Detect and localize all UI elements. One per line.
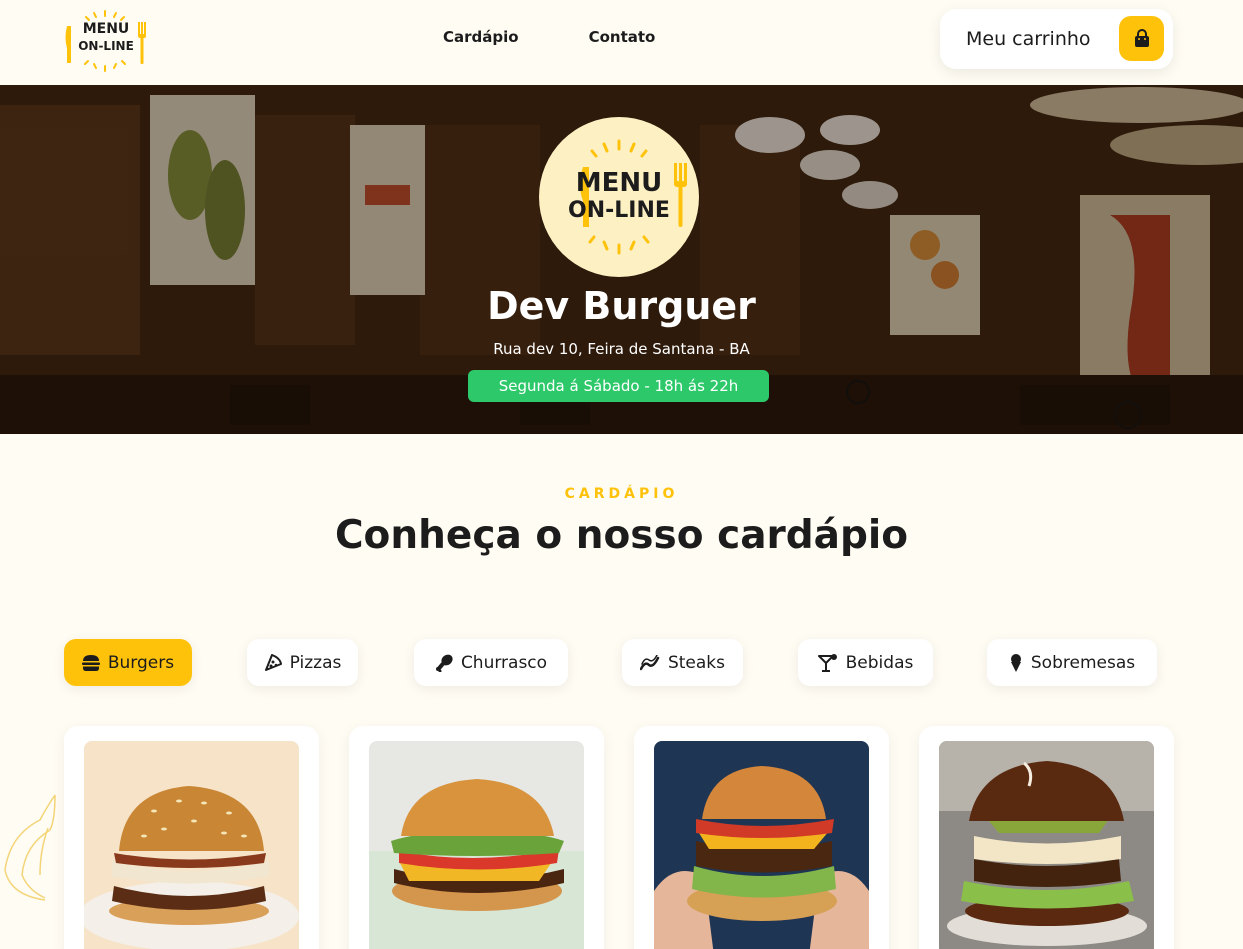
logo[interactable]: MENU ON-LINE: [62, 8, 148, 74]
double-burger-hand-image: [654, 741, 869, 949]
category-label: Steaks: [667, 652, 726, 673]
store-address: Rua dev 10, Feira de Santana - BA: [493, 340, 750, 358]
cocktail-icon: [817, 653, 837, 672]
product-card[interactable]: [349, 726, 604, 949]
category-tab-sobremesas[interactable]: Sobremesas: [987, 639, 1157, 686]
category-label: Churrasco: [460, 652, 548, 673]
category-tab-burgers[interactable]: Burgers: [64, 639, 192, 686]
nav-link-contato[interactable]: Contato: [589, 28, 656, 46]
cart-label: Meu carrinho: [966, 28, 1091, 50]
product-card[interactable]: [919, 726, 1174, 949]
burger-icon: [81, 654, 100, 671]
classic-cheeseburger-image: [369, 741, 584, 949]
category-label: Sobremesas: [1030, 652, 1136, 673]
pretzel-burger-image: [939, 741, 1154, 949]
ice-cream-icon: [1010, 653, 1021, 672]
logo-text-line2: ON-LINE: [78, 39, 134, 53]
bacon-icon: [639, 654, 660, 670]
section-title: Conheça o nosso cardápio: [334, 513, 909, 558]
product-image[interactable]: [654, 741, 869, 949]
main-nav: Cardápio Contato: [443, 28, 655, 46]
header: MENU ON-LINE Cardápio Contato Meu carrin…: [0, 0, 1243, 85]
nav-link-cardapio[interactable]: Cardápio: [443, 28, 519, 46]
product-image[interactable]: [939, 741, 1154, 949]
drumstick-icon: [435, 654, 453, 672]
category-tab-churrasco[interactable]: Churrasco: [414, 639, 568, 686]
pizza-icon: [264, 653, 282, 671]
product-image[interactable]: [369, 741, 584, 949]
banner-logo-line1: MENU: [575, 168, 663, 198]
product-card[interactable]: [64, 726, 319, 949]
category-label: Burgers: [107, 652, 175, 673]
category-tab-bebidas[interactable]: Bebidas: [798, 639, 933, 686]
opening-hours-badge: Segunda á Sábado - 18h ás 22h: [468, 370, 769, 402]
shopping-bag-icon: [1134, 28, 1149, 47]
store-name: Dev Burguer: [487, 284, 756, 328]
cart-button[interactable]: Meu carrinho: [940, 9, 1173, 69]
category-label: Pizzas: [289, 652, 342, 673]
hero-banner: MENU ON-LINE Dev Burguer Rua dev 10, Fei…: [0, 85, 1243, 434]
banner-logo: MENU ON-LINE: [539, 117, 699, 277]
category-tab-pizzas[interactable]: Pizzas: [247, 639, 358, 686]
cart-icon-button[interactable]: [1119, 16, 1164, 61]
category-tab-steaks[interactable]: Steaks: [622, 639, 743, 686]
product-image[interactable]: [84, 741, 299, 949]
banner-logo-line2: ON-LINE: [568, 198, 670, 223]
product-card[interactable]: [634, 726, 889, 949]
category-label: Bebidas: [845, 652, 914, 673]
bacon-cheeseburger-image: [84, 741, 299, 949]
section-subtitle: CARDÁPIO: [564, 486, 679, 502]
logo-text-line1: MENU: [82, 21, 130, 37]
onion-decoration: [4, 794, 56, 901]
